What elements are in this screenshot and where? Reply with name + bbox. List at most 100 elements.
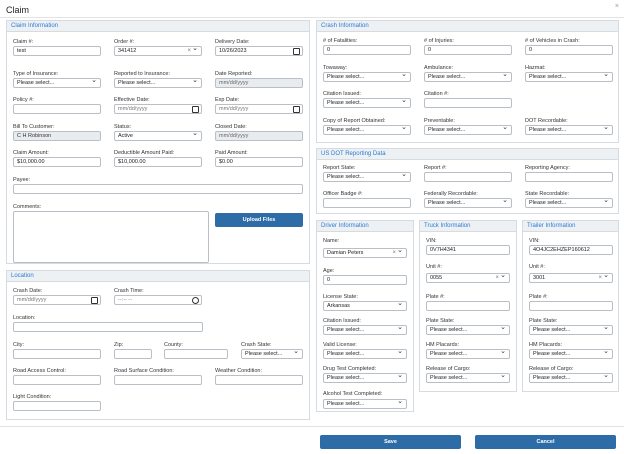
valid-license-select[interactable]: Please select... (323, 349, 407, 359)
clear-icon[interactable]: × (598, 274, 602, 282)
claim-amount-input[interactable]: $10,000.00 (13, 157, 101, 167)
status-label: Status: (114, 124, 132, 130)
location-input[interactable] (13, 322, 203, 332)
ambulance-select[interactable]: Please select... (424, 72, 512, 82)
truck-vin-label: VIN: (426, 238, 437, 244)
state-recordable-label: State Recordable: (525, 191, 570, 197)
location-label: Location: (13, 315, 36, 321)
city-input[interactable] (13, 349, 101, 359)
zip-input[interactable] (114, 349, 152, 359)
effective-date-input[interactable]: mm/dd/yyyy (114, 104, 202, 114)
status-select[interactable]: Active (114, 131, 202, 141)
vehicles-input[interactable]: 0 (525, 45, 613, 55)
upload-files-button[interactable]: Upload Files (215, 213, 303, 227)
truck-plate-label: Plate #: (426, 294, 445, 300)
driver-citation-label: Citation Issued: (323, 318, 361, 324)
exp-date-input[interactable]: mm/dd/yyyy (215, 104, 303, 114)
order-select[interactable]: 341412 × (114, 46, 202, 56)
truck-hm-select[interactable]: Please select... (426, 349, 510, 359)
clock-icon[interactable] (192, 297, 199, 304)
drug-test-label: Drug Test Completed: (323, 366, 377, 372)
trailer-unit-select[interactable]: 3001 × (529, 273, 613, 283)
payee-input[interactable] (13, 184, 303, 194)
citation-issued-select[interactable]: Please select... (323, 98, 411, 108)
copy-of-report-select[interactable]: Please select... (323, 125, 411, 135)
date-reported-input: mm/dd/yyyy (215, 78, 303, 88)
age-input[interactable]: 0 (323, 275, 407, 285)
clear-icon[interactable]: × (392, 249, 396, 257)
trailer-vin-input[interactable]: 4O4JC2EHZEP160612 (529, 245, 613, 255)
truck-info-panel: Truck Information VIN: 0V7H4341 Unit #: … (419, 220, 517, 392)
crash-time-label: Crash Time: (114, 288, 144, 294)
federally-recordable-select[interactable]: Please select... (424, 198, 512, 208)
officer-badge-input[interactable] (323, 198, 411, 208)
crash-state-select[interactable]: Please select... (241, 349, 303, 359)
truck-release-select[interactable]: Please select... (426, 373, 510, 383)
truck-plate-state-select[interactable]: Please select... (426, 325, 510, 335)
state-recordable-select[interactable]: Please select... (525, 198, 613, 208)
truck-hm-label: HM Placards: (426, 342, 460, 348)
comments-textarea[interactable] (13, 211, 209, 263)
calendar-icon[interactable] (293, 106, 300, 113)
license-state-select[interactable]: Arkansas (323, 301, 407, 311)
report-number-label: Report #: (424, 165, 447, 171)
ambulance-label: Ambulance: (424, 65, 454, 71)
cancel-button[interactable]: Cancel (475, 435, 616, 449)
road-access-input[interactable] (13, 375, 101, 385)
claim-number-label: Claim #: (13, 39, 34, 45)
dot-reporting-panel: US DOT Reporting Data Report State: Plea… (316, 148, 619, 214)
driver-name-select[interactable]: Damian Peters × (323, 248, 407, 258)
insurance-type-select[interactable]: Please select... (13, 78, 101, 88)
fatalities-input[interactable]: 0 (323, 45, 411, 55)
calendar-icon[interactable] (91, 297, 98, 304)
calendar-icon[interactable] (293, 48, 300, 55)
truck-plate-input[interactable] (426, 301, 510, 311)
closed-date-input: mm/dd/yyyy (215, 131, 303, 141)
drug-test-select[interactable]: Please select... (323, 373, 407, 383)
trailer-plate-state-select[interactable]: Please select... (529, 325, 613, 335)
trailer-vin-label: VIN: (529, 238, 540, 244)
policy-input[interactable] (13, 104, 101, 114)
trailer-release-select[interactable]: Please select... (529, 373, 613, 383)
clear-icon[interactable]: × (495, 274, 499, 282)
save-button[interactable]: Save (320, 435, 461, 449)
dot-recordable-select[interactable]: Please select... (525, 125, 613, 135)
calendar-icon[interactable] (192, 106, 199, 113)
county-input[interactable] (164, 349, 228, 359)
trailer-release-label: Release of Cargo: (529, 366, 574, 372)
citation-number-input[interactable] (424, 98, 512, 108)
driver-citation-select[interactable]: Please select... (323, 325, 407, 335)
truck-vin-input[interactable]: 0V7H4341 (426, 245, 510, 255)
towaway-select[interactable]: Please select... (323, 72, 411, 82)
policy-label: Policy #: (13, 97, 34, 103)
trailer-plate-input[interactable] (529, 301, 613, 311)
reported-to-select[interactable]: Please select... (114, 78, 202, 88)
claim-number-input[interactable]: test (13, 46, 101, 56)
report-state-select[interactable]: Please select... (323, 172, 411, 182)
delivery-date-input[interactable]: 10/26/2023 (215, 46, 303, 56)
delivery-date-label: Delivery Date: (215, 39, 250, 45)
alcohol-test-select[interactable]: Please select... (323, 399, 407, 409)
preventable-select[interactable]: Please select... (424, 125, 512, 135)
trailer-info-panel: Trailer Information VIN: 4O4JC2EHZEP1606… (522, 220, 619, 392)
claim-info-panel: Claim Information Claim #: test Order #:… (6, 20, 310, 264)
weather-input[interactable] (215, 375, 303, 385)
preventable-label: Preventable: (424, 118, 455, 124)
road-surface-input[interactable] (114, 375, 202, 385)
report-number-input[interactable] (424, 172, 512, 182)
bill-to-input: C H Robinson (13, 131, 101, 141)
light-condition-label: Light Condition: (13, 394, 52, 400)
crash-time-input[interactable]: --:-- -- (114, 295, 202, 305)
close-icon[interactable]: × (615, 3, 619, 10)
truck-unit-select[interactable]: 0055 × (426, 273, 510, 283)
crash-info-header: Crash Information (317, 21, 618, 32)
deductible-input[interactable]: $10,000.00 (114, 157, 202, 167)
clear-icon[interactable]: × (187, 47, 191, 55)
paid-amount-input[interactable]: $0.00 (215, 157, 303, 167)
reporting-agency-input[interactable] (525, 172, 613, 182)
hazmat-select[interactable]: Please select... (525, 72, 613, 82)
crash-date-input[interactable]: mm/dd/yyyy (13, 295, 101, 305)
light-condition-input[interactable] (13, 401, 101, 411)
trailer-hm-select[interactable]: Please select... (529, 349, 613, 359)
injuries-input[interactable]: 0 (424, 45, 512, 55)
